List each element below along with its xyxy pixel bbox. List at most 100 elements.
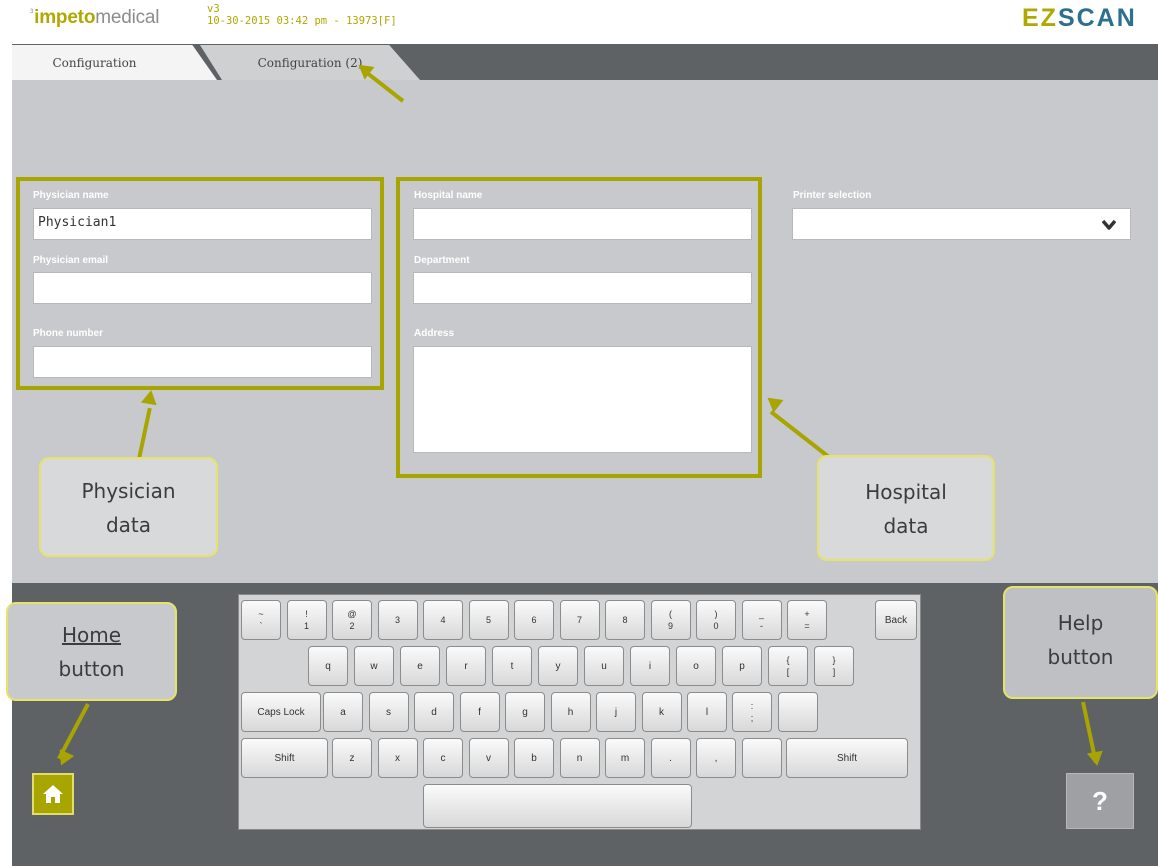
key-upper-label: @ [347, 609, 357, 619]
key-label: n [576, 752, 583, 764]
key-2[interactable]: @2 [332, 600, 372, 640]
key-upper-label: } [832, 655, 836, 665]
key-r[interactable]: r [446, 646, 486, 686]
key-7[interactable]: 7 [559, 600, 600, 640]
key-f[interactable]: f [459, 692, 500, 732]
key-bracket-0[interactable]: {[ [768, 646, 808, 686]
key-label: Shift [274, 752, 295, 764]
key-`[interactable]: ~ ` [241, 600, 281, 640]
key-shift-left[interactable]: Shift [241, 738, 328, 778]
key-g[interactable]: g [505, 692, 545, 732]
key-row3-extra-0[interactable]: :; [732, 692, 772, 732]
key-k[interactable]: k [641, 692, 682, 732]
key-9[interactable]: (9 [650, 600, 691, 640]
key-row4-8[interactable]: , [696, 738, 736, 778]
key-label: v [486, 752, 491, 764]
key-a[interactable]: a [323, 692, 363, 732]
key-shift-right[interactable]: Shift [786, 738, 908, 778]
key-4[interactable]: 4 [423, 600, 463, 640]
key-label: . [669, 752, 672, 764]
key--[interactable]: _ - [741, 600, 782, 640]
key-8[interactable]: 8 [605, 600, 645, 640]
key-3[interactable]: 3 [377, 600, 418, 640]
key-bracket-1[interactable]: }] [814, 646, 854, 686]
key-lower-label: 3 [394, 615, 400, 625]
key-o[interactable]: o [676, 646, 716, 686]
key-e[interactable]: e [400, 646, 440, 686]
key-upper-label: { [786, 655, 790, 665]
key-row4-4[interactable]: b [514, 738, 554, 778]
key-s[interactable]: s [368, 692, 409, 732]
help-button[interactable]: ? [1066, 773, 1134, 829]
key-w[interactable]: w [354, 646, 394, 686]
key-row4-2[interactable]: c [423, 738, 463, 778]
key-row4-6[interactable]: m [605, 738, 645, 778]
key-lower-label: - [760, 621, 763, 631]
key-upper-label: ~ [258, 609, 264, 619]
session-info: v3 10-30-2015 03:42 pm - 13973[F] [207, 3, 397, 27]
key-label: u [601, 660, 607, 672]
home-button[interactable] [32, 773, 74, 815]
key-lower-label: 7 [576, 615, 582, 625]
key-6[interactable]: 6 [514, 600, 554, 640]
key-row4-9[interactable] [741, 738, 782, 778]
key-i[interactable]: i [630, 646, 670, 686]
key-lower-label: 5 [485, 615, 491, 625]
key-lower-label: 8 [622, 615, 628, 625]
key-label: g [522, 706, 528, 718]
key-d[interactable]: d [414, 692, 454, 732]
key-lower-label: 1 [303, 621, 309, 631]
key-row4-7[interactable]: . [650, 738, 691, 778]
key-lower-label: ` [259, 621, 263, 631]
tab-configuration-2[interactable]: Configuration (2) [200, 45, 420, 80]
key-upper-label: ! [305, 609, 308, 619]
key-label: b [531, 752, 537, 764]
key-lower-label: 0 [713, 621, 719, 631]
key-label: s [386, 706, 391, 718]
key-l[interactable]: l [687, 692, 727, 732]
key-label: y [555, 660, 561, 672]
key-row4-3[interactable]: v [468, 738, 509, 778]
key-1[interactable]: ! 1 [286, 600, 327, 640]
key-row4-5[interactable]: n [559, 738, 600, 778]
chevron-down-icon [1102, 219, 1116, 230]
physician-data-highlight [16, 177, 384, 390]
key-label: p [739, 660, 745, 672]
key-h[interactable]: h [550, 692, 591, 732]
key-back[interactable]: Back [875, 600, 917, 640]
key-p[interactable]: p [722, 646, 762, 686]
printer-selection-dropdown[interactable] [792, 208, 1131, 240]
key-q[interactable]: q [308, 646, 348, 686]
annotation-arrowhead-help [1086, 750, 1106, 768]
key-y[interactable]: y [538, 646, 578, 686]
key-upper-label: _ [758, 609, 764, 619]
key-upper-label: : [750, 701, 754, 711]
key-label: Caps Lock [257, 706, 305, 718]
help-button-callout: Help button [1003, 586, 1158, 699]
hospital-data-highlight [396, 177, 762, 478]
tab-configuration[interactable]: Configuration [12, 45, 217, 80]
key-lower-label: [ [786, 667, 790, 677]
key-label: , [714, 752, 718, 764]
home-icon [43, 785, 63, 803]
key-label: o [693, 660, 699, 672]
key-label: d [431, 706, 437, 718]
key-j[interactable]: j [596, 692, 636, 732]
key-caps-lock[interactable]: Caps Lock [241, 692, 321, 732]
key-label: h [567, 706, 574, 718]
key-row4-1[interactable]: x [377, 738, 418, 778]
key-space[interactable] [423, 784, 692, 828]
key-0[interactable]: ) 0 [696, 600, 736, 640]
key-label: m [620, 752, 630, 764]
session-datetime: 10-30-2015 03:42 pm - 13973[F] [207, 15, 397, 27]
key-t[interactable]: t [492, 646, 532, 686]
key-=[interactable]: + = [787, 600, 827, 640]
key-row4-0[interactable]: z [332, 738, 372, 778]
key-upper-label: ) [714, 609, 718, 619]
key-row3-extra-1[interactable] [777, 692, 818, 732]
key-lower-label: 4 [440, 615, 446, 625]
key-upper-label: ( [669, 609, 672, 619]
impeto-logo: ³impetomedical [30, 7, 160, 28]
key-u[interactable]: u [584, 646, 624, 686]
key-5[interactable]: 5 [468, 600, 509, 640]
